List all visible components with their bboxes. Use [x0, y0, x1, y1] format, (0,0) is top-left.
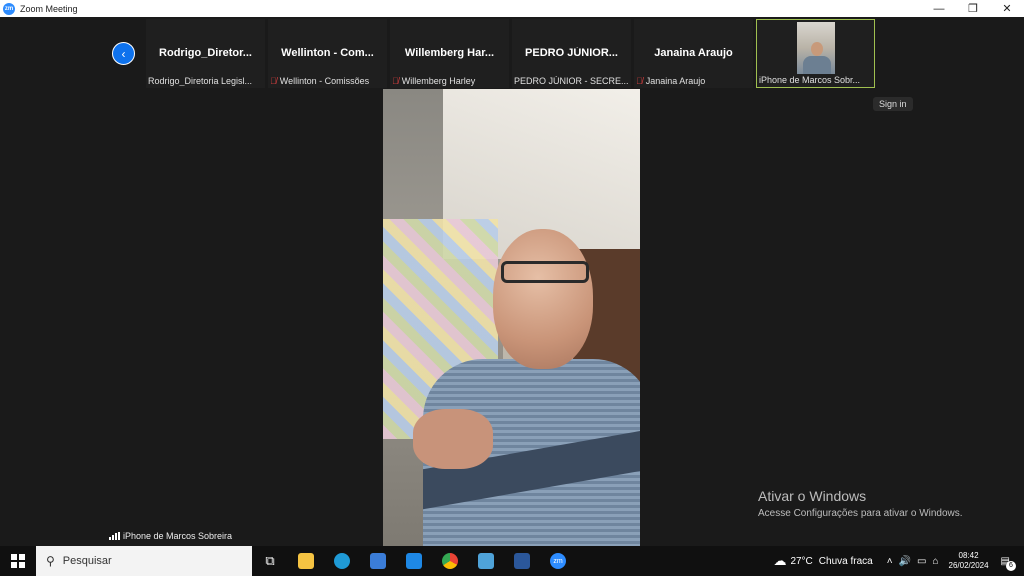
volume-icon[interactable]: 🔊 [899, 556, 911, 567]
speaker-name-tag: iPhone de Marcos Sobreira [107, 530, 235, 542]
strip-prev-button[interactable]: ‹ [112, 42, 135, 65]
mic-muted-icon: 🎙̸ [270, 76, 277, 86]
mic-muted-icon: 🎙̸ [636, 76, 643, 86]
taskbar-clock[interactable]: 08:42 26/02/2024 [949, 551, 989, 571]
zoom-taskbar-icon[interactable]: zm [540, 546, 576, 576]
edge-icon[interactable] [324, 546, 360, 576]
chevron-up-icon[interactable]: ˄ [887, 556, 893, 567]
task-view-icon[interactable]: ⧉ [252, 546, 288, 576]
participant-tile[interactable]: Willemberg Har... 🎙̸ Willemberg Harley [390, 19, 509, 88]
window-title: Zoom Meeting [20, 3, 78, 14]
windows-icon [11, 554, 25, 568]
zoom-app-icon: zm [3, 2, 15, 15]
participant-name: Rodrigo_Diretoria Legisl... [148, 76, 253, 86]
meeting-area: ‹ Rodrigo_Diretor... Rodrigo_Diretoria L… [0, 17, 1024, 546]
clock-time: 08:42 [958, 551, 979, 560]
notifications-icon[interactable]: ▤ 6 [1001, 556, 1016, 571]
app-icon[interactable] [468, 546, 504, 576]
participant-tile-title: Janaina Araujo [654, 47, 733, 59]
chrome-icon[interactable] [432, 546, 468, 576]
watermark-title: Ativar o Windows [758, 488, 867, 504]
start-button[interactable] [0, 546, 36, 576]
participant-tile[interactable]: Rodrigo_Diretor... Rodrigo_Diretoria Leg… [146, 19, 265, 88]
taskbar: ⚲ Pesquisar ⧉ zm ☁ 27°C Chuva fraca ˄ 🔊 … [0, 546, 1024, 576]
active-speaker-tile[interactable]: iPhone de Marcos Sobr... [756, 19, 875, 88]
minimize-button[interactable]: — [922, 0, 956, 17]
participant-name: iPhone de Marcos Sobr... [759, 75, 861, 85]
notification-count: 6 [1006, 560, 1016, 571]
participant-name: Wellinton - Comissões [279, 76, 370, 86]
speaker-video [383, 89, 640, 546]
weather-text[interactable]: Chuva fraca [819, 556, 873, 567]
participant-tile-label: Rodrigo_Diretoria Legisl... [148, 76, 263, 86]
participant-tile-label: PEDRO JÚNIOR - SECRE... [514, 76, 629, 86]
window-titlebar: zm Zoom Meeting — ❐ ✕ [0, 0, 1024, 17]
store-icon[interactable] [360, 546, 396, 576]
connection-bars-icon [109, 532, 120, 540]
taskbar-search[interactable]: ⚲ Pesquisar [36, 546, 252, 576]
word-icon[interactable] [504, 546, 540, 576]
participant-name: PEDRO JÚNIOR - SECRE... [514, 76, 629, 86]
participant-tile[interactable]: Wellinton - Com... 🎙̸ Wellinton - Comiss… [268, 19, 387, 88]
search-icon: ⚲ [46, 554, 55, 568]
mail-icon[interactable] [396, 546, 432, 576]
participant-tile-label: 🎙̸ Janaina Araujo [636, 76, 751, 86]
file-explorer-icon[interactable] [288, 546, 324, 576]
battery-icon[interactable]: ▭ [917, 556, 926, 567]
participant-tile-label: 🎙̸ Willemberg Harley [392, 76, 507, 86]
weather-icon: ☁ [773, 553, 787, 568]
signin-tooltip[interactable]: Sign in [873, 97, 913, 111]
close-button[interactable]: ✕ [990, 0, 1024, 17]
participant-thumbnail [797, 22, 835, 74]
participant-name: Willemberg Harley [401, 76, 476, 86]
participant-tile-title: Rodrigo_Diretor... [159, 47, 252, 59]
participant-tile-title: PEDRO JÚNIOR... [525, 47, 618, 59]
clock-date: 26/02/2024 [948, 561, 989, 570]
participant-tile-title: Wellinton - Com... [281, 47, 374, 59]
participant-name: Janaina Araujo [645, 76, 706, 86]
search-placeholder: Pesquisar [62, 555, 112, 567]
mic-muted-icon: 🎙̸ [392, 76, 399, 86]
participant-tile-title: Willemberg Har... [404, 47, 495, 59]
chevron-left-icon: ‹ [121, 46, 126, 61]
participant-tile[interactable]: Janaina Araujo 🎙̸ Janaina Araujo [634, 19, 753, 88]
weather-temperature[interactable]: 27°C [790, 556, 812, 567]
watermark-subtitle: Acesse Configurações para ativar o Windo… [758, 508, 963, 519]
restore-button[interactable]: ❐ [956, 0, 990, 17]
participant-tile-label: iPhone de Marcos Sobr... [759, 75, 872, 85]
speaker-name: iPhone de Marcos Sobreira [123, 531, 233, 541]
window-controls: — ❐ ✕ [922, 0, 1024, 17]
windows-activation-watermark: Ativar o Windows Acesse Configurações pa… [758, 488, 963, 519]
system-tray: ☁ 27°C Chuva fraca ˄ 🔊 ▭ ⌂ 08:42 26/02/2… [773, 546, 1024, 576]
network-icon[interactable]: ⌂ [932, 556, 938, 567]
participant-tile-label: 🎙̸ Wellinton - Comissões [270, 76, 385, 86]
participant-tile[interactable]: PEDRO JÚNIOR... PEDRO JÚNIOR - SECRE... [512, 19, 631, 88]
